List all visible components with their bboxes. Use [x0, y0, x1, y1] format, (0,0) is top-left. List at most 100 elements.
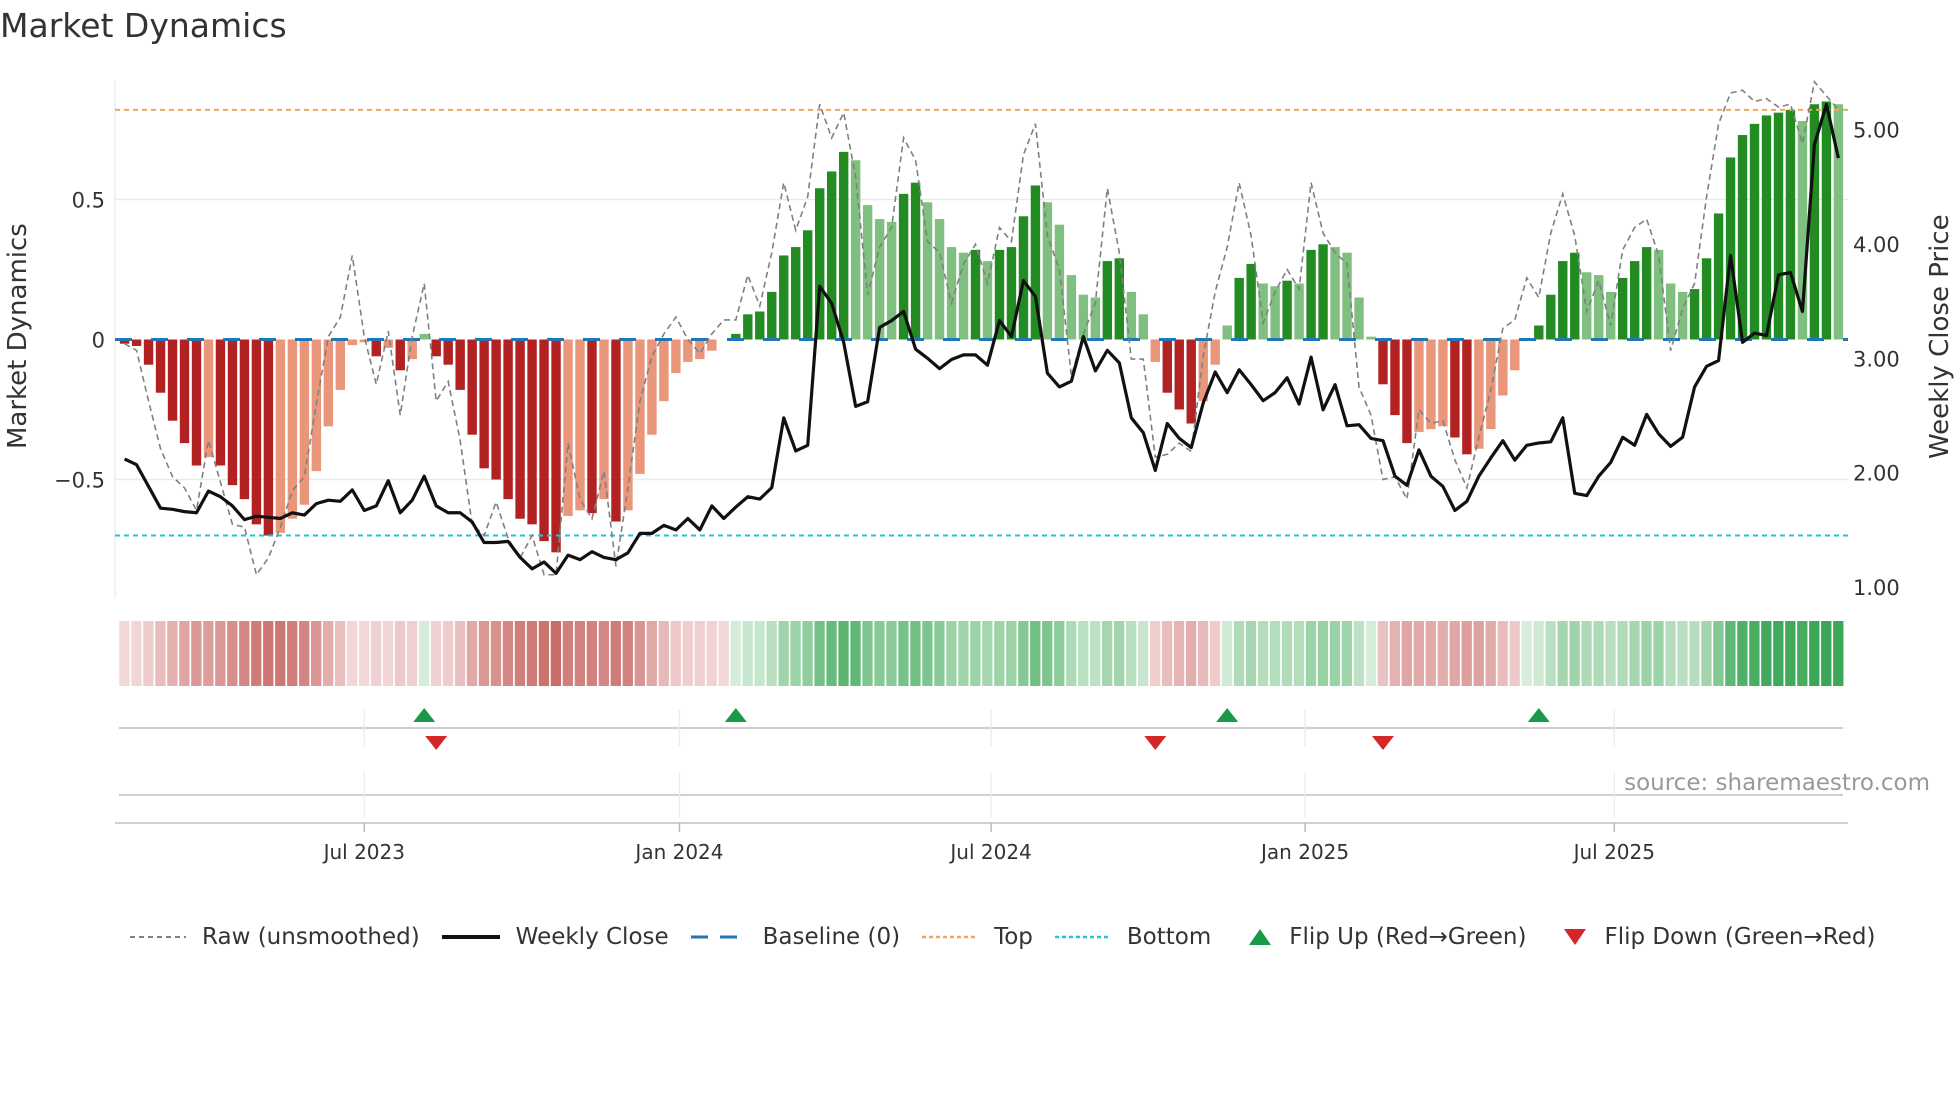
momentum-bar: [743, 314, 753, 340]
momentum-bar: [167, 339, 178, 421]
heat-cell: [1317, 621, 1329, 686]
momentum-bar: [503, 339, 513, 500]
heat-cell: [706, 621, 717, 686]
legend-item-raw: Raw (unsmoothed): [130, 924, 420, 950]
heat-cell: [1437, 621, 1448, 686]
heat-cell: [814, 621, 825, 686]
heat-cell: [1209, 621, 1221, 686]
heat-cell: [1665, 621, 1676, 686]
momentum-bar: [275, 339, 286, 533]
heat-cell: [1114, 621, 1125, 686]
legend-item-baseline: Baseline (0): [690, 924, 900, 950]
heat-cell: [1785, 621, 1796, 686]
momentum-bar: [1018, 216, 1029, 340]
heat-cell: [239, 621, 250, 686]
heat-cell: [131, 621, 142, 686]
heat-cell: [394, 621, 406, 686]
heat-cell: [1773, 621, 1784, 686]
heat-cell: [119, 621, 130, 686]
momentum-bar: [1689, 289, 1700, 340]
heat-cell: [718, 621, 729, 686]
heat-cell: [179, 621, 190, 686]
heat-cell: [406, 621, 418, 686]
solid-line-icon: [441, 935, 500, 939]
heat-cell: [442, 621, 454, 686]
momentum-bar: [1138, 314, 1148, 340]
heat-cell: [275, 621, 286, 686]
momentum-bar: [203, 339, 214, 458]
momentum-bar: [1162, 339, 1172, 393]
momentum-bar: [838, 151, 849, 340]
momentum-bar: [587, 339, 597, 514]
heat-cell: [862, 621, 873, 686]
momentum-bar: [1330, 247, 1340, 340]
momentum-bar: [479, 339, 489, 469]
heat-cell: [550, 621, 562, 686]
momentum-bar: [1749, 123, 1760, 340]
momentum-bar: [803, 230, 813, 340]
raw-series-line: [124, 80, 1840, 577]
heat-cell: [323, 621, 334, 686]
momentum-bar: [767, 291, 777, 340]
heat-cell: [1137, 621, 1149, 686]
heat-cell: [143, 621, 154, 686]
heat-cell: [1257, 621, 1269, 686]
momentum-bar: [1570, 252, 1580, 340]
momentum-bar: [1114, 258, 1125, 340]
dashed-line-icon: [690, 935, 747, 939]
heat-cell: [1185, 621, 1197, 686]
heat-cell: [1006, 621, 1017, 686]
heat-cell: [598, 621, 609, 686]
heat-cell: [454, 621, 466, 686]
momentum-bar: [539, 339, 549, 542]
momentum-bar: [659, 339, 669, 402]
heat-cell: [191, 621, 202, 686]
momentum-bar: [707, 339, 717, 351]
heat-cell: [1521, 621, 1532, 686]
triangle-up-icon: [1249, 929, 1272, 945]
right-tick-label: 1.00: [1853, 576, 1900, 600]
heat-cell: [1617, 621, 1628, 686]
momentum-bar: [1378, 339, 1388, 385]
heat-cell: [370, 621, 382, 686]
x-tick-label: Jul 2023: [322, 840, 405, 864]
momentum-bar: [862, 205, 873, 340]
heat-cell: [514, 621, 526, 686]
momentum-bar: [563, 339, 573, 516]
legend-label: Flip Up (Red→Green): [1289, 924, 1527, 950]
legend-item-bottom: Bottom: [1054, 924, 1211, 950]
heat-cell: [167, 621, 178, 686]
heat-cell: [1329, 621, 1341, 686]
heat-cell: [1701, 621, 1712, 686]
heat-cell: [1054, 621, 1065, 686]
momentum-bar: [1318, 244, 1328, 340]
momentum-bar: [1066, 275, 1077, 340]
heat-cell: [1413, 621, 1424, 686]
heat-cell: [358, 621, 370, 686]
heat-cell: [730, 621, 741, 686]
heat-cell: [910, 621, 921, 686]
left-tick-label: 0.5: [72, 188, 105, 212]
momentum-bar: [1054, 224, 1065, 340]
heat-cell: [946, 621, 957, 686]
flip-up-marker: [724, 708, 747, 722]
heat-cell: [155, 621, 166, 686]
momentum-bar: [515, 339, 525, 519]
momentum-bar: [1258, 283, 1268, 340]
heat-cell: [1713, 621, 1724, 686]
heat-cell: [742, 621, 753, 686]
heat-cell: [1725, 621, 1736, 686]
legend-label: Raw (unsmoothed): [202, 924, 420, 950]
heat-cell: [418, 621, 430, 686]
momentum-bar: [671, 339, 681, 374]
triangle-down-icon: [1564, 929, 1587, 945]
momentum-bar: [1102, 261, 1113, 340]
heat-cell: [1365, 621, 1377, 686]
heat-cell: [1473, 621, 1484, 686]
legend-label: Top: [994, 924, 1033, 950]
momentum-bar: [491, 339, 501, 480]
flip-up-marker: [413, 708, 436, 722]
momentum-bar: [215, 339, 226, 466]
heat-cell: [826, 621, 837, 686]
heat-cell: [802, 621, 813, 686]
